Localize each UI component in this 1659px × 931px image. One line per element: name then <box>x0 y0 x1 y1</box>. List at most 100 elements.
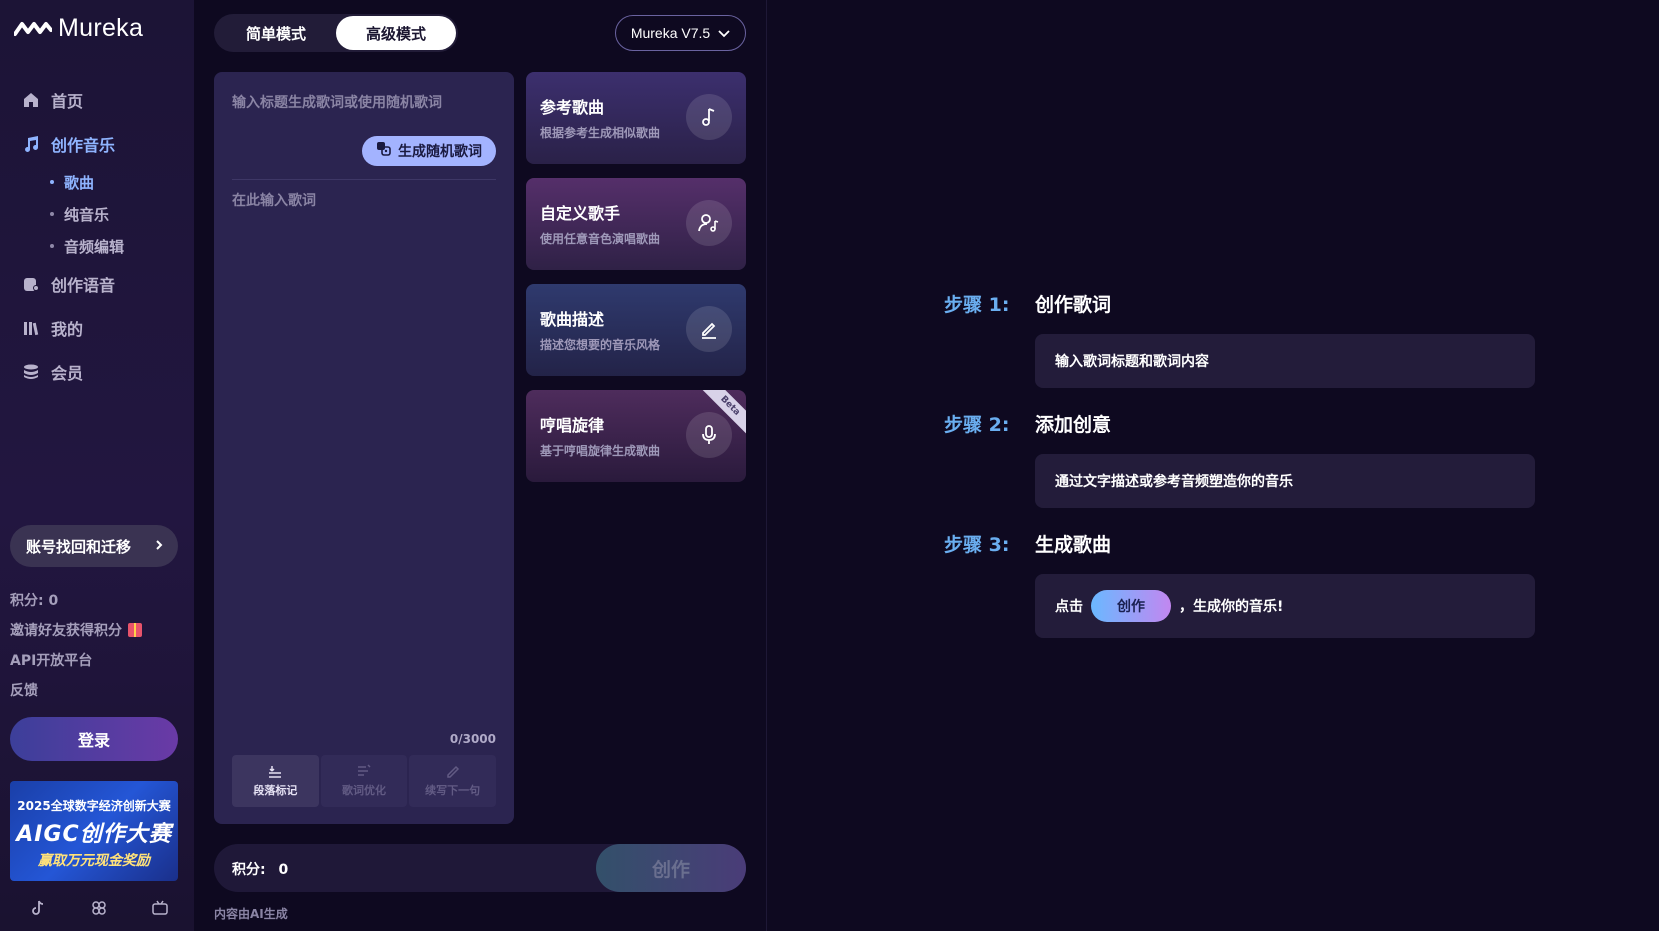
points-display: 积分: 0 <box>232 859 288 879</box>
lyrics-panel: 输入标题生成歌词或使用随机歌词 生成随机歌词 在此输入歌词 0/3000 段落标… <box>214 72 514 824</box>
chevron-down-icon <box>718 25 730 41</box>
tool-label: 歌词优化 <box>342 784 386 797</box>
feedback-link[interactable]: 反馈 <box>10 675 142 705</box>
banner-line2: AIGC创作大赛 <box>16 822 172 847</box>
tab-advanced-mode[interactable]: 高级模式 <box>336 16 456 50</box>
library-icon <box>21 318 41 338</box>
invite-link[interactable]: 邀请好友获得积分 <box>10 615 142 645</box>
sidebar-item-home[interactable]: 首页 <box>0 78 194 122</box>
sidebar-nav: 首页 创作音乐 歌曲 纯音乐 音频编辑 创作语音 我的 会员 <box>0 78 194 394</box>
sidebar-item-label: 首页 <box>51 92 84 111</box>
logo-text: Mureka <box>58 14 144 42</box>
version-select[interactable]: Mureka V7.5 <box>615 15 746 51</box>
login-button[interactable]: 登录 <box>10 717 178 761</box>
music-note-icon <box>21 134 41 154</box>
tool-label: 段落标记 <box>253 784 298 797</box>
tiktok-icon[interactable] <box>30 900 48 918</box>
lyrics-counter: 0/3000 <box>449 732 496 746</box>
sidebar-item-label: 会员 <box>51 364 84 383</box>
sidebar-item-label: 创作语音 <box>51 276 116 295</box>
random-lyrics-button[interactable]: 生成随机歌词 <box>362 136 496 166</box>
optimize-icon <box>358 764 371 776</box>
mureka-logo-icon <box>14 21 52 36</box>
sidebar-subitem-audio-edit[interactable]: 音频编辑 <box>0 230 194 262</box>
banner-line1: 2025全球数字经济创新大赛 <box>17 799 171 813</box>
step-title: 添加创意 <box>1035 414 1112 436</box>
sidebar-subitem-label: 音频编辑 <box>64 237 125 256</box>
title-input[interactable]: 输入标题生成歌词或使用随机歌词 <box>232 92 442 112</box>
singer-icon <box>686 200 732 246</box>
step-description: 通过文字描述或参考音频塑造你的音乐 <box>1035 454 1535 508</box>
sidebar: Mureka 首页 创作音乐 歌曲 纯音乐 音频编辑 创作语音 我的 会员 账号… <box>0 0 194 931</box>
continue-line-button[interactable]: 续写下一句 <box>409 755 497 807</box>
step-title: 创作歌词 <box>1035 294 1112 316</box>
points-label: 积分: <box>232 862 266 878</box>
sidebar-item-label: 我的 <box>51 320 84 339</box>
ai-content-note: 内容由AI生成 <box>214 907 288 921</box>
step-description: 输入歌词标题和歌词内容 <box>1035 334 1535 388</box>
step-title: 生成歌曲 <box>1035 534 1112 556</box>
invite-label: 邀请好友获得积分 <box>10 623 122 639</box>
step-header: 步骤 1: 创作歌词 <box>944 290 1534 320</box>
sidebar-links: 积分: 0 邀请好友获得积分 API开放平台 反馈 <box>10 585 142 705</box>
home-icon <box>21 90 41 110</box>
lyrics-optimize-button[interactable]: 歌词优化 <box>320 755 408 807</box>
panel-divider <box>232 179 496 180</box>
random-lyrics-icon <box>376 141 392 161</box>
bullet-dot <box>50 212 54 216</box>
account-recovery-label: 账号找回和迁移 <box>26 537 132 556</box>
sidebar-subitem-label: 歌曲 <box>64 173 95 192</box>
step-header: 步骤 2: 添加创意 <box>944 410 1534 440</box>
sidebar-item-create-music[interactable]: 创作音乐 <box>0 122 194 166</box>
step-number: 步骤 1: <box>944 294 1010 316</box>
bullet-dot <box>50 244 54 248</box>
api-link[interactable]: API开放平台 <box>10 645 142 675</box>
coins-icon <box>21 362 41 382</box>
banner-line3: 赢取万元现金奖励 <box>38 853 150 869</box>
inline-create-badge: 创作 <box>1091 590 1171 622</box>
sidebar-item-membership[interactable]: 会员 <box>0 350 194 394</box>
gift-icon <box>128 623 142 637</box>
points-text: 积分: 0 <box>10 593 59 609</box>
voice-icon <box>21 274 41 294</box>
microphone-icon <box>686 412 732 458</box>
step-header: 步骤 3: 生成歌曲 <box>944 530 1534 560</box>
edit-icon <box>686 306 732 352</box>
lyrics-toolbar: 段落标记 歌词优化 续写下一句 <box>232 755 497 807</box>
sidebar-subitem-instrumental[interactable]: 纯音乐 <box>0 198 194 230</box>
aigc-contest-banner[interactable]: 2025全球数字经济创新大赛 AIGC创作大赛 赢取万元现金奖励 <box>10 781 178 881</box>
sidebar-item-label: 创作音乐 <box>51 136 116 155</box>
step-description: 点击 创作 ，生成你的音乐! <box>1035 574 1535 638</box>
pencil-icon <box>446 765 459 778</box>
sidebar-item-create-voice[interactable]: 创作语音 <box>0 262 194 306</box>
feature-cards: 参考歌曲 根据参考生成相似歌曲 自定义歌手 使用任意音色演唱歌曲 歌曲描述 描述… <box>526 72 746 496</box>
chevron-right-icon <box>154 537 164 555</box>
music-note-icon <box>686 94 732 140</box>
bottom-bar: 积分: 0 创作 <box>214 844 746 892</box>
song-description-card[interactable]: 歌曲描述 描述您想要的音乐风格 <box>526 284 746 376</box>
sidebar-item-mine[interactable]: 我的 <box>0 306 194 350</box>
social-links <box>30 900 170 918</box>
tab-simple-mode[interactable]: 简单模式 <box>216 16 336 50</box>
lyrics-input[interactable]: 在此输入歌词 <box>232 190 316 210</box>
column-divider <box>766 0 767 931</box>
community-icon[interactable] <box>91 900 109 918</box>
paragraph-mark-button[interactable]: 段落标记 <box>232 755 319 807</box>
custom-singer-card[interactable]: 自定义歌手 使用任意音色演唱歌曲 <box>526 178 746 270</box>
reference-song-card[interactable]: 参考歌曲 根据参考生成相似歌曲 <box>526 72 746 164</box>
create-button[interactable]: 创作 <box>596 844 746 892</box>
step-number: 步骤 3: <box>944 534 1010 556</box>
bullet-dot <box>50 180 54 184</box>
sidebar-subitem-label: 纯音乐 <box>64 205 110 224</box>
logo[interactable]: Mureka <box>14 14 143 43</box>
points-value: 0 <box>278 862 289 878</box>
steps-guide: 步骤 1: 创作歌词 输入歌词标题和歌词内容 步骤 2: 添加创意 通过文字描述… <box>944 290 1535 660</box>
step-number: 步骤 2: <box>944 414 1010 436</box>
humming-melody-card[interactable]: Beta 哼唱旋律 基于哼唱旋律生成歌曲 <box>526 390 746 482</box>
step-desc-post: ，生成你的音乐! <box>1179 599 1284 615</box>
step-desc-pre: 点击 <box>1055 599 1083 615</box>
tool-label: 续写下一句 <box>425 784 481 797</box>
bilibili-icon[interactable] <box>152 900 170 918</box>
sidebar-subitem-song[interactable]: 歌曲 <box>0 166 194 198</box>
account-recovery-button[interactable]: 账号找回和迁移 <box>10 525 178 567</box>
